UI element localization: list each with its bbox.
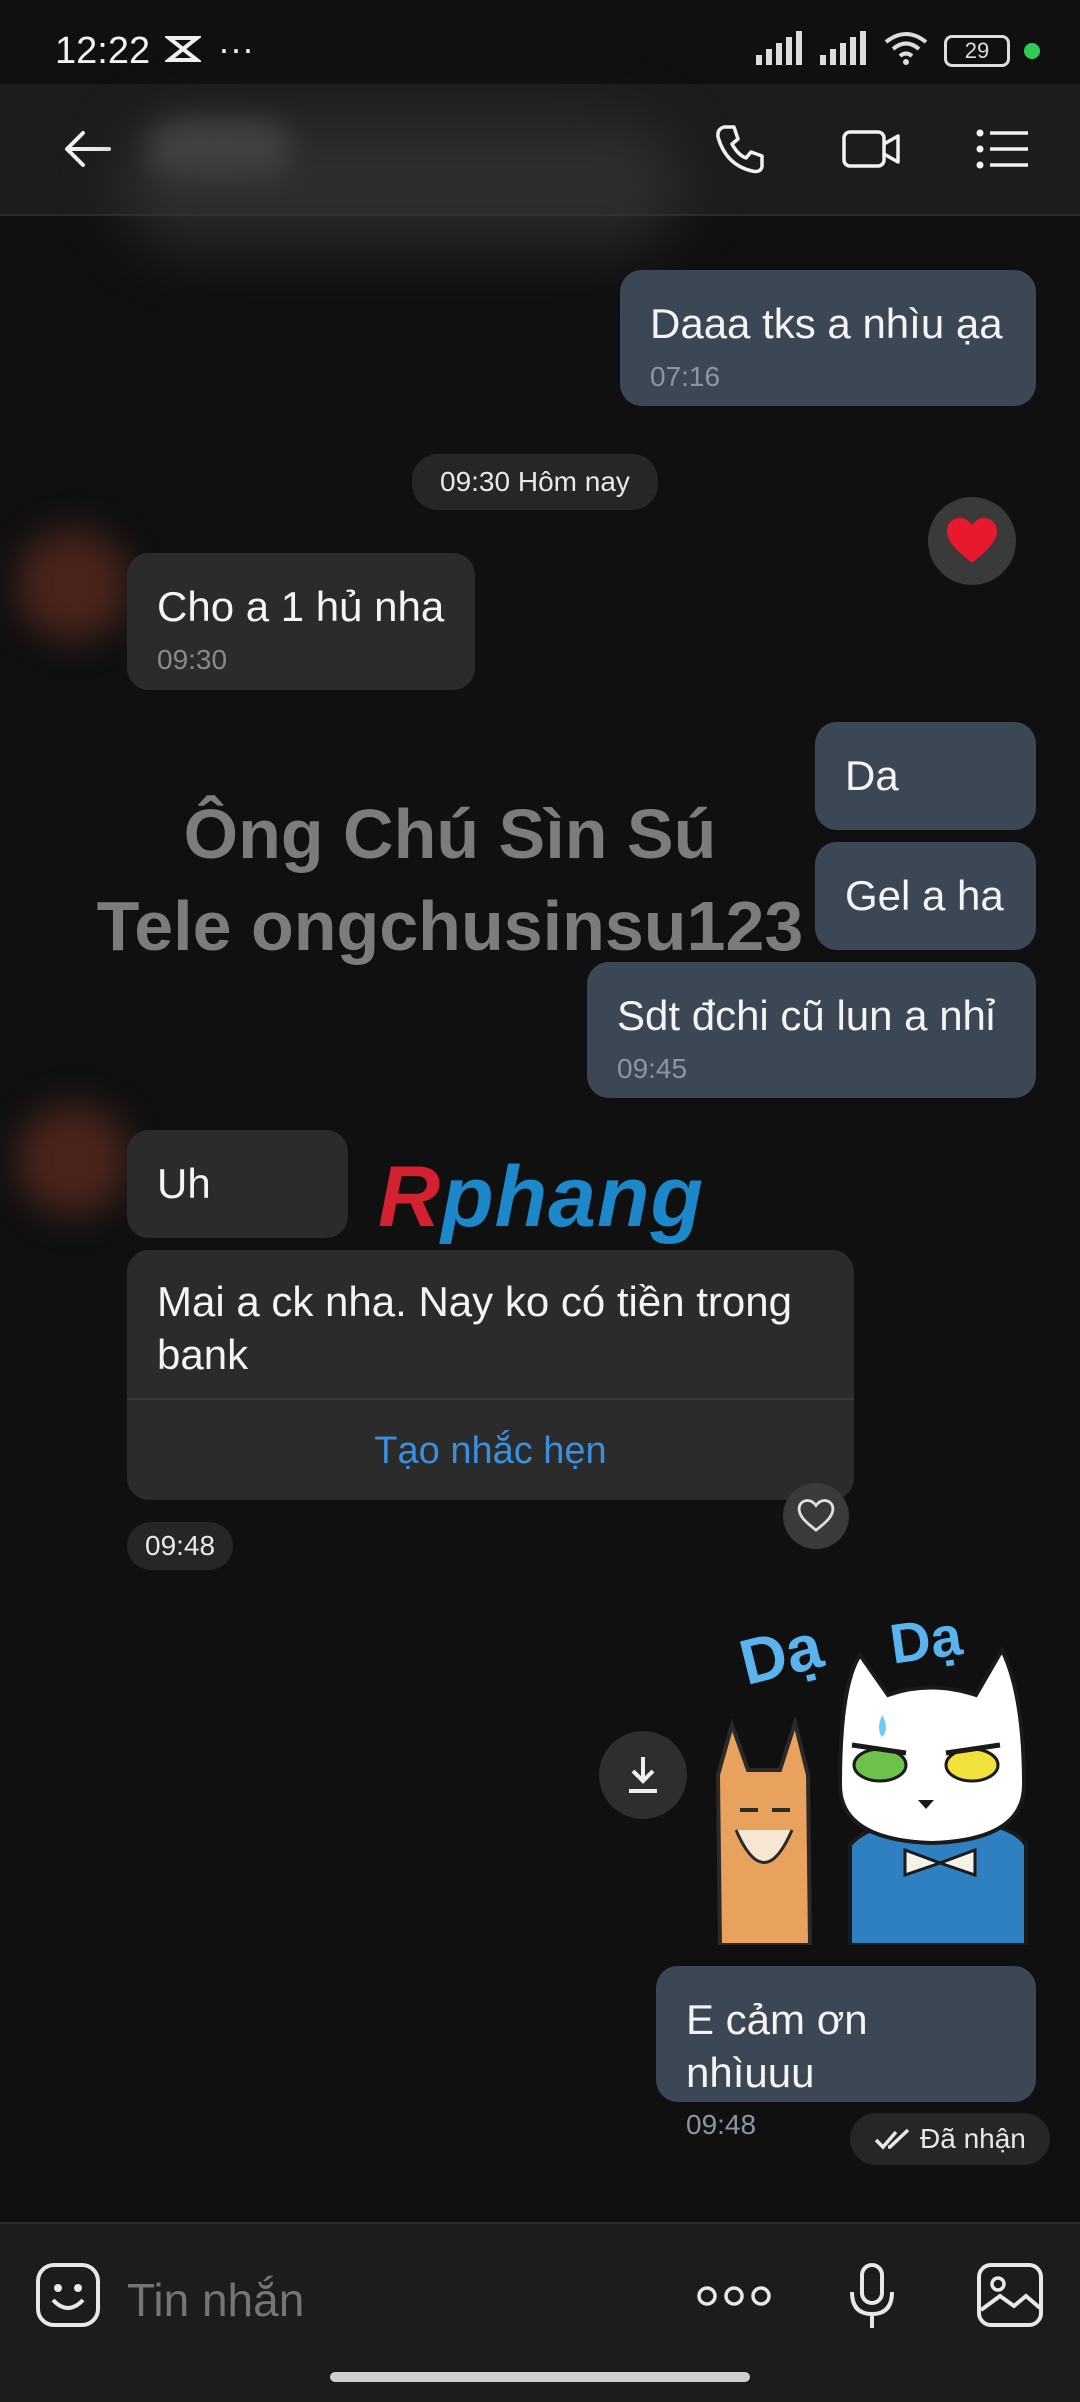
voice-call-button[interactable] (695, 84, 785, 214)
gallery-button[interactable] (976, 2262, 1044, 2333)
delivery-status: Đã nhận (850, 2113, 1050, 2165)
message-text: Cho a 1 hủ nha (157, 583, 445, 630)
blurred-area (120, 120, 680, 250)
message-text: Da (845, 752, 899, 799)
menu-button[interactable] (958, 84, 1048, 214)
message-time: 07:16 (650, 360, 721, 392)
more-options-button[interactable] (696, 2282, 772, 2315)
time-separator: 09:48 (127, 1522, 234, 1570)
message-bubble-outgoing[interactable]: Daaa tks a nhìu ạa 07:16 (620, 270, 1036, 406)
message-text: Daaa tks a nhìu ạa (650, 300, 1003, 347)
back-arrow-icon (65, 131, 111, 167)
avatar[interactable] (18, 530, 128, 640)
message-bubble-outgoing[interactable]: Da (815, 722, 1036, 830)
video-call-button[interactable] (826, 84, 916, 214)
watermark-line: Tele ongchusinsu123 (96, 887, 804, 965)
delivery-status-text: Đã nhận (920, 2123, 1026, 2154)
double-check-icon (874, 2128, 910, 2150)
status-time: 12:22 (55, 30, 151, 72)
message-text: Sdt đchi cũ lun a nhỉ (617, 992, 996, 1039)
create-reminder-button[interactable]: Tạo nhắc hẹn (127, 1400, 854, 1500)
message-bubble-incoming[interactable]: Mai a ck nha. Nay ko có tiền trong bank … (127, 1250, 854, 1500)
message-bubble-incoming[interactable]: Cho a 1 hủ nha 09:30 (127, 553, 475, 690)
home-indicator[interactable] (330, 2372, 750, 2382)
microphone-icon (850, 2263, 894, 2328)
image-icon (977, 2263, 1043, 2327)
message-text: E cảm ơn nhìuuu (686, 1996, 868, 2096)
sticker-text: Dạ (885, 1603, 966, 1676)
battery-level: 29 (964, 37, 990, 63)
heart-icon (947, 518, 997, 563)
brand-part: R (378, 1149, 442, 1245)
message-time: 09:45 (617, 1052, 688, 1084)
message-text: Mai a ck nha. Nay ko có tiền trong bank (157, 1278, 792, 1378)
message-text: Uh (157, 1160, 211, 1207)
message-time: 09:30 (157, 643, 228, 675)
like-button[interactable] (783, 1483, 849, 1549)
message-bubble-outgoing[interactable]: Sdt đchi cũ lun a nhỉ 09:45 (587, 962, 1036, 1098)
status-bar: 12:22 ··· 29 (0, 0, 1080, 84)
avatar[interactable] (18, 1105, 128, 1215)
message-bubble-outgoing[interactable]: Gel a ha (815, 842, 1036, 950)
online-dot (1024, 42, 1040, 59)
signal-icon (754, 31, 804, 70)
reaction-button[interactable] (928, 497, 1016, 585)
watermark-text: Ông Chú Sìn Sú Tele ongchusinsu123 (60, 788, 840, 972)
download-icon (629, 1757, 657, 1793)
battery-icon: 29 (944, 34, 1010, 67)
phone-icon (716, 125, 764, 174)
emoji-button[interactable] (35, 2262, 101, 2333)
back-button[interactable] (42, 84, 132, 214)
message-bubble-incoming[interactable]: Uh (127, 1130, 348, 1238)
video-camera-icon (842, 130, 900, 168)
voice-message-button[interactable] (848, 2262, 896, 2335)
message-text: Gel a ha (845, 872, 1004, 919)
more-notifications-icon: ··· (218, 28, 254, 69)
sticker-icon (36, 2263, 100, 2327)
brand-watermark: Rphang (378, 1148, 704, 1247)
watermark-line: Ông Chú Sìn Sú (183, 795, 717, 873)
date-separator: 09:30 Hôm nay (412, 454, 658, 510)
wifi-icon (882, 30, 930, 71)
message-bubble-outgoing[interactable]: E cảm ơn nhìuuu 09:48 (656, 1966, 1036, 2140)
download-button[interactable] (599, 1731, 687, 1819)
capcut-icon (163, 34, 203, 69)
sticker-image[interactable]: Dạ Dạ (700, 1595, 1040, 1947)
signal-icon-2 (818, 31, 868, 70)
brand-part: phang (441, 1149, 705, 1245)
more-dots-icon (697, 2286, 771, 2306)
heart-outline-icon (797, 1499, 835, 1532)
list-menu-icon (976, 129, 1028, 169)
message-input[interactable] (125, 2264, 649, 2336)
